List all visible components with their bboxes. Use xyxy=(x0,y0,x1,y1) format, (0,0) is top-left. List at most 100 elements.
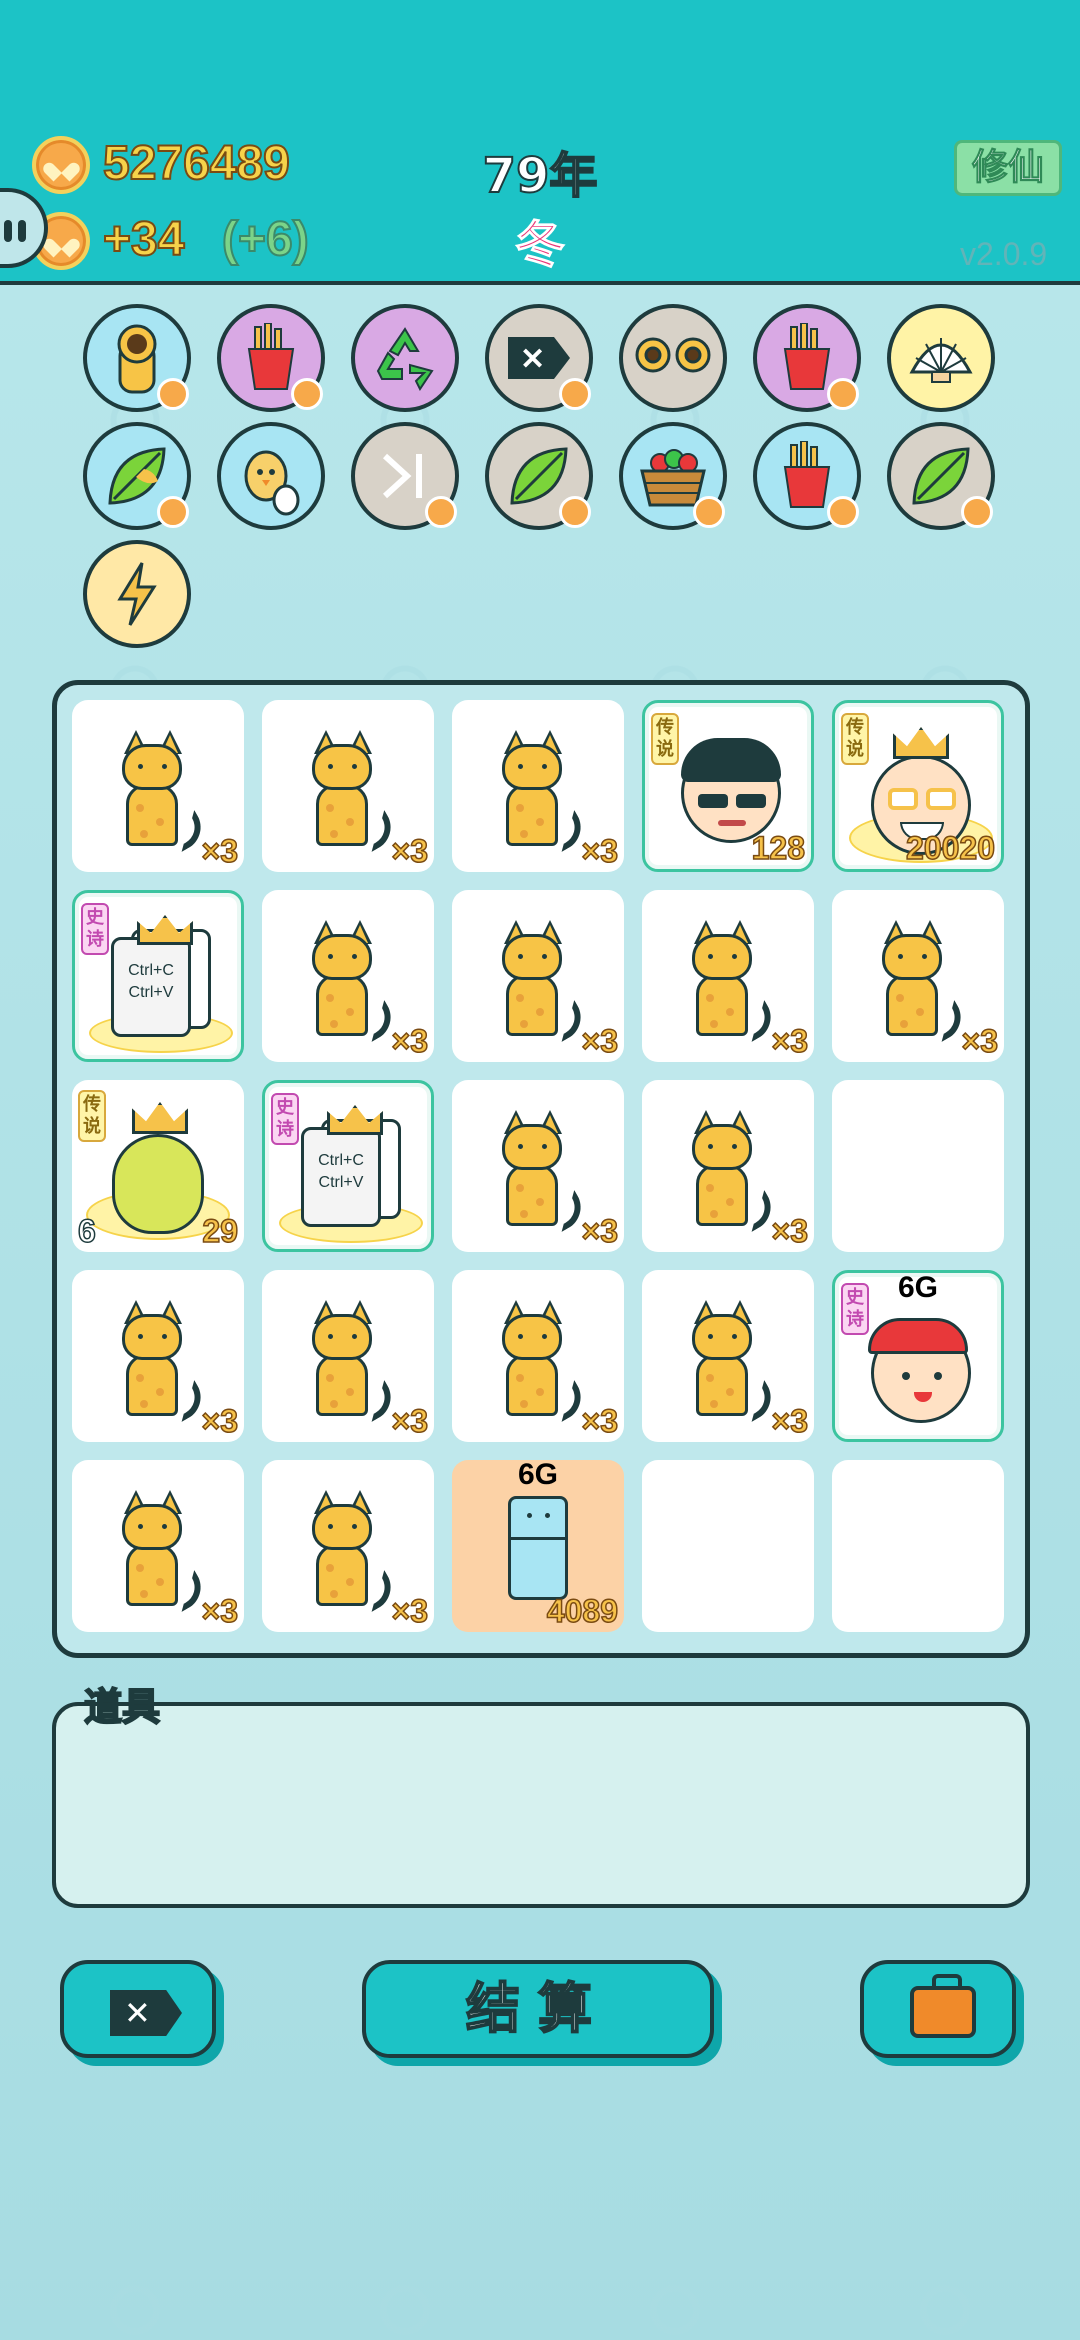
cat-icon xyxy=(684,1110,780,1232)
version-label: v2.0.9 xyxy=(960,236,1048,272)
cat-icon xyxy=(494,920,590,1042)
tile-count: ×3 xyxy=(391,1592,429,1630)
leaf-icon[interactable] xyxy=(485,422,593,530)
tile-level: 6 xyxy=(77,1212,96,1250)
remove-button[interactable] xyxy=(60,1960,216,2058)
cat-icon xyxy=(494,1300,590,1422)
tile-count: 20020 xyxy=(905,829,995,867)
props-panel xyxy=(52,1702,1030,1908)
item-tile-cat[interactable]: ×3 xyxy=(452,700,624,872)
item-tile-cat[interactable]: ×3 xyxy=(262,700,434,872)
empty-tile[interactable] xyxy=(832,1460,1004,1632)
tile-count: 128 xyxy=(751,829,806,867)
item-tile-cat[interactable]: ×3 xyxy=(262,1460,434,1632)
fries-icon[interactable] xyxy=(753,304,861,412)
empty-tile[interactable] xyxy=(642,1460,814,1632)
cat-icon xyxy=(114,1490,210,1612)
cat-icon xyxy=(114,1300,210,1422)
tile-count: ×3 xyxy=(771,1402,809,1440)
season-label: 冬 xyxy=(515,216,566,275)
item-tile-pear[interactable]: 传说 6 29 xyxy=(72,1080,244,1252)
item-tile-cat[interactable]: ×3 xyxy=(642,1080,814,1252)
man-sunglasses-icon xyxy=(681,738,781,843)
settle-button[interactable]: 结算 xyxy=(362,1960,714,2058)
item-tile-cat[interactable]: ×3 xyxy=(72,1270,244,1442)
delete-tag-icon[interactable]: ✕ xyxy=(485,304,593,412)
tile-count: 4089 xyxy=(546,1592,619,1630)
rarity-badge: 传说 xyxy=(78,1090,106,1142)
clipboard-icon: Ctrl+C Ctrl+V xyxy=(111,937,191,1037)
tile-count: ×3 xyxy=(391,1022,429,1060)
cat-icon xyxy=(304,1490,400,1612)
item-tile-cat[interactable]: ×3 xyxy=(262,890,434,1062)
item-tile-cat[interactable]: ×3 xyxy=(642,1270,814,1442)
coin-icon xyxy=(32,136,90,194)
boy-red-cap-icon xyxy=(868,1318,971,1423)
tile-count: ×3 xyxy=(581,1022,619,1060)
tile-count: ×3 xyxy=(201,1402,239,1440)
lightning-icon[interactable] xyxy=(83,540,191,648)
rarity-badge: 史诗 xyxy=(81,903,109,955)
bonus-value: (+6) xyxy=(221,212,310,267)
level-g-label: 6G xyxy=(517,1460,559,1491)
item-tile-old-king[interactable]: 传说 20020 xyxy=(832,700,1004,872)
tile-count: ×3 xyxy=(201,832,239,870)
fridge-icon xyxy=(508,1496,568,1600)
fries-icon[interactable] xyxy=(753,422,861,530)
tile-count: ×3 xyxy=(391,832,429,870)
skip-icon[interactable] xyxy=(351,422,459,530)
briefcase-icon xyxy=(910,1974,976,2038)
item-tile-cat[interactable]: ×3 xyxy=(832,890,1004,1062)
item-tile-ctrl[interactable]: Ctrl+C Ctrl+V 史诗 xyxy=(72,890,244,1062)
item-tile-ctrl[interactable]: Ctrl+C Ctrl+V 史诗 xyxy=(262,1080,434,1252)
inventory-button[interactable] xyxy=(860,1960,1016,2058)
svg-text:✕: ✕ xyxy=(520,343,545,376)
item-tile-cat[interactable]: ×3 xyxy=(642,890,814,1062)
item-tile-cat[interactable]: ×3 xyxy=(452,1080,624,1252)
cat-icon xyxy=(494,730,590,852)
tile-count: ×3 xyxy=(391,1402,429,1440)
empty-tile[interactable] xyxy=(832,1080,1004,1252)
cat-icon xyxy=(684,920,780,1042)
item-tile-cat[interactable]: ×3 xyxy=(72,1460,244,1632)
chick-egg-icon[interactable] xyxy=(217,422,325,530)
income-value: +34 xyxy=(102,212,185,267)
tile-count: ×3 xyxy=(201,1592,239,1630)
tile-count: ×3 xyxy=(581,832,619,870)
item-tile-man-sunglasses[interactable]: 传说 128 xyxy=(642,700,814,872)
item-tile-fridge[interactable]: 6G 4089 xyxy=(452,1460,624,1632)
year-label: 79年 xyxy=(482,147,599,205)
cat-icon xyxy=(494,1110,590,1232)
rarity-badge: 传说 xyxy=(841,713,869,765)
tile-count: ×3 xyxy=(961,1022,999,1060)
cat-icon[interactable] xyxy=(83,304,191,412)
item-tile-cat[interactable]: ×3 xyxy=(452,1270,624,1442)
cat-icon xyxy=(304,1300,400,1422)
leaf-icon[interactable] xyxy=(887,422,995,530)
shell-icon[interactable] xyxy=(887,304,995,412)
clipboard-icon: Ctrl+C Ctrl+V xyxy=(301,1127,381,1227)
top-bar: 5276489 +34 (+6) 79年 冬 修仙 v2.0.9 xyxy=(0,0,1080,285)
tile-count: 29 xyxy=(202,1212,239,1250)
rarity-badge: 传说 xyxy=(651,713,679,765)
cat-icon xyxy=(114,730,210,852)
tile-count: ×3 xyxy=(771,1022,809,1060)
rarity-badge: 史诗 xyxy=(271,1093,299,1145)
tile-count: ×3 xyxy=(771,1212,809,1250)
level-g-label: 6G xyxy=(897,1271,939,1304)
two-cats-icon[interactable] xyxy=(619,304,727,412)
fries-icon[interactable] xyxy=(217,304,325,412)
cat-icon xyxy=(304,730,400,852)
leaf-icon[interactable] xyxy=(83,422,191,530)
cultivation-mode-button[interactable]: 修仙 xyxy=(954,140,1062,196)
pear-bag-icon xyxy=(112,1134,204,1234)
item-tile-cat[interactable]: ×3 xyxy=(452,890,624,1062)
item-tile-cat[interactable]: ×3 xyxy=(262,1270,434,1442)
tile-count: ×3 xyxy=(581,1212,619,1250)
delete-tag-icon xyxy=(110,1990,182,2036)
recycle-icon[interactable] xyxy=(351,304,459,412)
item-tile-cat[interactable]: ×3 xyxy=(72,700,244,872)
fruit-basket-icon[interactable] xyxy=(619,422,727,530)
item-tile-boy-red-cap[interactable]: 史诗 6G xyxy=(832,1270,1004,1442)
cat-icon xyxy=(684,1300,780,1422)
